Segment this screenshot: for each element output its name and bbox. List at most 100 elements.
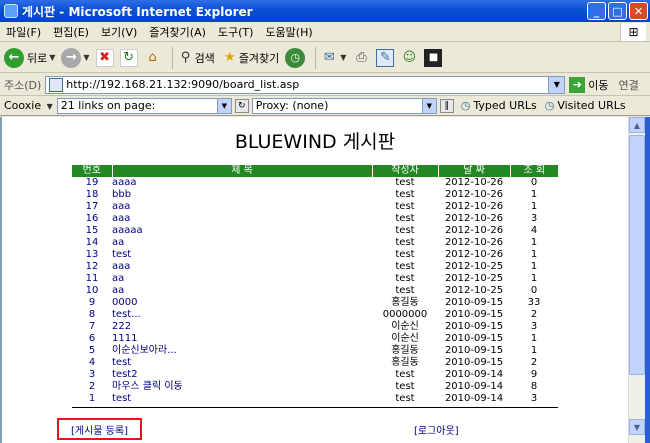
header-views: 조 회 xyxy=(509,165,558,177)
row-subject-link[interactable]: test xyxy=(112,249,372,261)
typed-urls-button[interactable]: ◷ Typed URLs xyxy=(461,99,537,112)
mail-icon: ✉ xyxy=(323,50,335,65)
row-subject-link[interactable]: test2 xyxy=(112,369,372,381)
row-views: 9 xyxy=(530,369,538,380)
scroll-thumb[interactable] xyxy=(629,135,645,375)
history-button[interactable]: ◷ xyxy=(285,47,306,68)
links-dropdown[interactable]: 21 links on page: ▼ xyxy=(56,97,232,114)
chevron-down-icon[interactable]: ▼ xyxy=(548,76,565,93)
cookie-menu[interactable]: Cooxie ▼ xyxy=(0,99,57,112)
menu-file[interactable]: 파일(F) xyxy=(0,24,47,40)
scroll-up-icon[interactable]: ▲ xyxy=(629,117,645,133)
row-subject-link[interactable]: 0000 xyxy=(112,297,372,309)
extension-button[interactable]: ■ xyxy=(424,48,443,67)
search-button[interactable]: ⚲ 검색 xyxy=(177,49,215,67)
row-subject-link[interactable]: aa xyxy=(112,237,372,249)
table-row: 19 aaaa test 2012-10-26 0 xyxy=(72,177,558,189)
back-button[interactable]: ← 뒤로 ▼ xyxy=(4,47,55,68)
board-table-body: 19 aaaa test 2012-10-26 0 18 bbb test 2012-10-26… xyxy=(72,177,558,405)
close-button[interactable]: ✕ xyxy=(629,2,648,20)
table-row: 9 0000 홍길동 2010-09-15 33 xyxy=(72,297,558,309)
chevron-down-icon[interactable]: ▼ xyxy=(216,98,231,113)
table-row: 17 aaa test 2012-10-26 1 xyxy=(72,201,558,213)
chevron-down-icon[interactable]: ▼ xyxy=(421,98,436,113)
row-number: 13 xyxy=(85,249,99,260)
row-number: 4 xyxy=(88,357,96,368)
menu-help[interactable]: 도움말(H) xyxy=(259,24,318,40)
messenger-button[interactable]: ☺ xyxy=(400,49,418,67)
ie-app-icon xyxy=(4,4,18,18)
row-number: 5 xyxy=(88,345,96,356)
table-row: 4 test 홍길동 2010-09-15 2 xyxy=(72,357,558,369)
row-number: 1 xyxy=(88,393,96,404)
table-row: 14 aa test 2012-10-26 1 xyxy=(72,237,558,249)
row-number: 6 xyxy=(88,333,96,344)
row-subject-link[interactable]: test xyxy=(112,357,372,369)
forward-arrow-icon: → xyxy=(61,47,82,68)
row-date: 2012-10-26 xyxy=(444,189,504,200)
maximize-button[interactable]: □ xyxy=(608,2,627,20)
row-subject-link[interactable]: aaa xyxy=(112,201,372,213)
table-row: 1 test test 2010-09-14 3 xyxy=(72,393,558,405)
favorites-button[interactable]: ★ 즐겨찾기 xyxy=(221,49,279,67)
row-date: 2012-10-26 xyxy=(444,201,504,212)
row-date: 2010-09-15 xyxy=(444,345,504,356)
stop-button[interactable]: ✖ xyxy=(95,48,114,67)
row-number: 3 xyxy=(88,369,96,380)
header-date: 날 짜 xyxy=(437,165,510,177)
row-subject-link[interactable]: test xyxy=(112,393,372,405)
row-subject-link[interactable]: aaaaa xyxy=(112,225,372,237)
row-subject-link[interactable]: 222 xyxy=(112,321,372,333)
home-button[interactable]: ⌂ xyxy=(144,49,162,67)
vertical-scrollbar[interactable]: ▲ ▼ xyxy=(628,117,645,443)
register-post-button[interactable]: [게시물 등록] xyxy=(57,418,142,440)
address-input[interactable]: http://192.168.21.132:9090/board_list.as… xyxy=(45,75,566,94)
row-subject-link[interactable]: test... xyxy=(112,309,372,321)
go-button[interactable]: ➜ 이동 xyxy=(569,76,609,93)
edit-button[interactable]: ✎ xyxy=(376,48,395,67)
clock-icon: ◷ xyxy=(460,99,471,112)
links-label[interactable]: 연결 xyxy=(619,77,639,93)
menu-favorites[interactable]: 즐겨찾기(A) xyxy=(143,24,212,40)
minimize-button[interactable]: _ xyxy=(587,2,606,20)
refresh-button[interactable]: ↻ xyxy=(119,48,138,67)
refresh-links-icon[interactable]: ↻ xyxy=(234,98,249,113)
row-author: 이순신 xyxy=(391,321,419,332)
row-subject-link[interactable]: 1111 xyxy=(112,333,372,345)
visited-urls-button[interactable]: ◷ Visited URLs xyxy=(545,99,626,112)
proxy-dropdown[interactable]: Proxy: (none) ▼ xyxy=(251,97,437,114)
table-row: 13 test test 2012-10-26 1 xyxy=(72,249,558,261)
proxy-settings-icon[interactable]: ‖ xyxy=(439,98,454,113)
row-views: 1 xyxy=(530,189,538,200)
menu-tools[interactable]: 도구(T) xyxy=(212,24,260,40)
row-subject-link[interactable]: aa xyxy=(112,273,372,285)
table-row: 6 1111 이순신 2010-09-15 1 xyxy=(72,333,558,345)
row-views: 1 xyxy=(530,261,538,272)
row-subject-link[interactable]: aa xyxy=(112,285,372,297)
table-row: 7 222 이순신 2010-09-15 3 xyxy=(72,321,558,333)
row-subject-link[interactable]: 마우스 클릭 이동 xyxy=(112,381,372,393)
address-label: 주소(D) xyxy=(4,78,42,92)
row-author: test xyxy=(395,273,415,284)
table-row: 8 test... 0000000 2010-09-15 2 xyxy=(72,309,558,321)
row-subject-link[interactable]: aaa xyxy=(112,261,372,273)
window-controls: _ □ ✕ xyxy=(587,2,648,20)
row-subject-link[interactable]: aaa xyxy=(112,213,372,225)
logout-link[interactable]: [로그아웃] xyxy=(414,422,459,437)
row-subject-link[interactable]: bbb xyxy=(112,189,372,201)
table-row: 16 aaa test 2012-10-26 3 xyxy=(72,213,558,225)
scroll-down-icon[interactable]: ▼ xyxy=(629,419,645,435)
row-views: 3 xyxy=(530,393,538,404)
menu-edit[interactable]: 편집(E) xyxy=(47,24,95,40)
links-toolbar: Cooxie ▼ 21 links on page: ▼ ↻ Proxy: (n… xyxy=(0,96,650,116)
forward-button[interactable]: → ▼ xyxy=(61,47,90,68)
row-date: 2010-09-15 xyxy=(444,309,504,320)
print-button[interactable]: ⎙ xyxy=(352,49,370,67)
favorites-label: 즐겨찾기 xyxy=(238,51,280,65)
row-subject-link[interactable]: 이순신보아라... xyxy=(112,345,372,357)
row-author: test xyxy=(395,201,415,212)
toolbar-divider xyxy=(171,46,173,69)
menu-view[interactable]: 보기(V) xyxy=(95,24,143,40)
mail-button[interactable]: ✉ ▼ xyxy=(320,49,347,67)
row-subject-link[interactable]: aaaa xyxy=(112,177,372,189)
